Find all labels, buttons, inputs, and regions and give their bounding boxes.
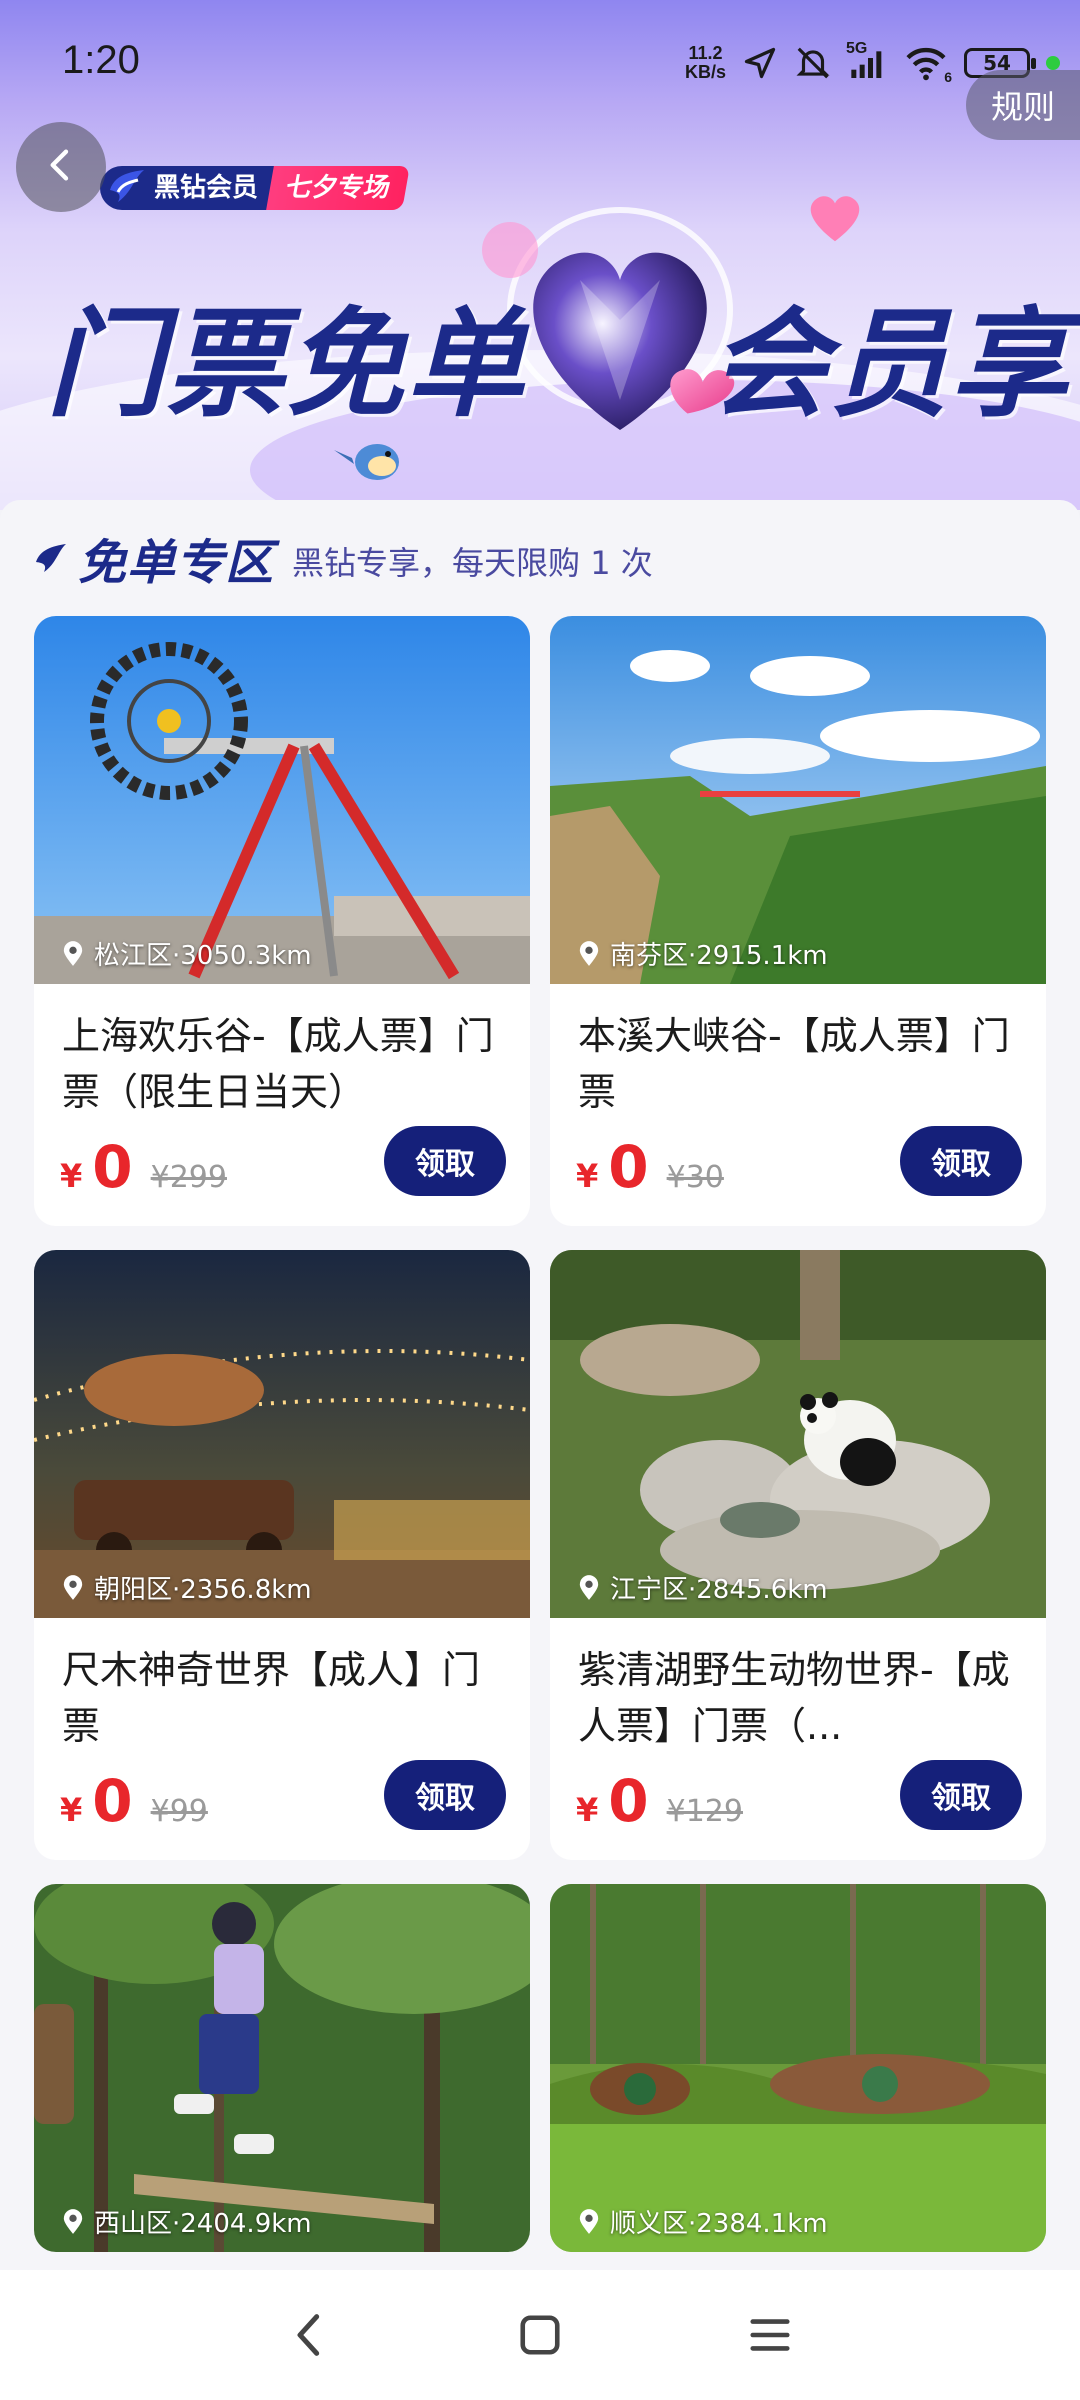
claim-button[interactable]: 领取 [900, 1760, 1022, 1830]
original-price: ¥30 [666, 1160, 724, 1195]
ticket-body: 尺木神奇世界【成人】门票 ¥ 0 ¥99 领取 [34, 1618, 530, 1860]
ticket-price: 0 [92, 1133, 133, 1201]
nav-back-icon [297, 2314, 320, 2356]
nav-home-button[interactable] [500, 2295, 580, 2375]
wifi-icon: 6 [904, 45, 952, 85]
currency-symbol: ¥ [60, 1157, 83, 1195]
ticket-image: 江宁区·2845.6km [550, 1250, 1046, 1618]
headline-right: 会员享 [710, 295, 1071, 433]
location-label: 松江区·3050.3km [62, 935, 312, 972]
section-logo-icon [36, 544, 66, 572]
ticket-price: 0 [608, 1133, 649, 1201]
section-title: 免单专区 [78, 535, 275, 591]
ticket-price: 0 [608, 1767, 649, 1835]
ticket-card[interactable]: 朝阳区·2356.8km 尺木神奇世界【成人】门票 ¥ 0 ¥99 领取 [34, 1250, 530, 1860]
ticket-title: 紫清湖野生动物世界-【成人票】门票（... [578, 1648, 1010, 1748]
currency-symbol: ¥ [576, 1791, 599, 1829]
signal-icon: 5G [846, 40, 888, 80]
content-area: 免单专区 黑钻专享，每天限购 1 次 松江区·3050.3km 上海欢乐谷-【成… [0, 500, 1080, 2270]
nav-menu-button[interactable] [730, 2295, 810, 2375]
original-price: ¥299 [150, 1160, 227, 1195]
brand-event-label: 七夕专场 [266, 166, 410, 210]
header-banner: 1:20 11.2 KB/s 5G 6 54 规则 黑钻会员 七夕专场 门票免单… [0, 0, 1080, 510]
ticket-card[interactable]: 松江区·3050.3km 上海欢乐谷-【成人票】门票（限生日当天） ¥ 0 ¥2… [34, 616, 530, 1226]
location-label: 江宁区·2845.6km [578, 1569, 828, 1606]
brand-logo-icon [110, 170, 144, 202]
ticket-image: 南芬区·2915.1km [550, 616, 1046, 984]
location-label: 西山区·2404.9km [62, 2203, 312, 2240]
ticket-card[interactable]: 顺义区·2384.1km [550, 1884, 1046, 2252]
ticket-title: 尺木神奇世界【成人】门票 [62, 1648, 481, 1748]
price-row: ¥ 0 ¥299 [60, 1138, 227, 1196]
location-pin-icon [63, 2208, 83, 2234]
rules-button[interactable]: 规则 [966, 70, 1080, 140]
price-row: ¥ 0 ¥129 [576, 1772, 743, 1830]
currency-symbol: ¥ [60, 1791, 83, 1829]
ticket-card[interactable]: 江宁区·2845.6km 紫清湖野生动物世界-【成人票】门票（... ¥ 0 ¥… [550, 1250, 1046, 1860]
price-row: ¥ 0 ¥30 [576, 1138, 724, 1196]
original-price: ¥99 [150, 1794, 208, 1829]
nav-home-icon [520, 2315, 560, 2355]
location-pin-icon [63, 940, 83, 966]
section-subtitle: 黑钻专享，每天限购 1 次 [292, 544, 653, 582]
ticket-body: 上海欢乐谷-【成人票】门票（限生日当天） ¥ 0 ¥299 领取 [34, 984, 530, 1226]
chevron-left-icon [41, 145, 81, 189]
claim-button[interactable]: 领取 [384, 1126, 506, 1196]
location-label: 顺义区·2384.1km [578, 2203, 828, 2240]
original-price: ¥129 [666, 1794, 743, 1829]
privacy-indicator-dot [1046, 56, 1060, 70]
back-button[interactable] [16, 122, 106, 212]
network-speed: 11.2 KB/s [684, 43, 726, 82]
nav-menu-icon [750, 2319, 790, 2351]
location-pin-icon [579, 1574, 599, 1600]
ticket-image: 朝阳区·2356.8km [34, 1250, 530, 1618]
ticket-price: 0 [92, 1767, 133, 1835]
ticket-body: 本溪大峡谷-【成人票】门票 ¥ 0 ¥30 领取 [550, 984, 1046, 1226]
claim-button[interactable]: 领取 [900, 1126, 1022, 1196]
price-row: ¥ 0 ¥99 [60, 1772, 208, 1830]
ticket-image: 顺义区·2384.1km [550, 1884, 1046, 2252]
currency-symbol: ¥ [576, 1157, 599, 1195]
section-header: 免单专区 黑钻专享，每天限购 1 次 [32, 526, 653, 591]
brand-tag: 黑钻会员 七夕专场 [100, 166, 410, 210]
ticket-card[interactable]: 南芬区·2915.1km 本溪大峡谷-【成人票】门票 ¥ 0 ¥30 领取 [550, 616, 1046, 1226]
headline-left: 门票免单 [46, 295, 527, 433]
location-label: 南芬区·2915.1km [578, 935, 828, 972]
location-pin-icon [579, 2208, 599, 2234]
location-pin-icon [579, 940, 599, 966]
location-arrow-icon [742, 45, 778, 81]
location-pin-icon [63, 1574, 83, 1600]
status-bar: 1:20 11.2 KB/s 5G 6 54 [0, 0, 1080, 110]
nav-back-button[interactable] [270, 2295, 350, 2375]
system-navigation-bar [0, 2270, 1080, 2400]
brand-vip-label: 黑钻会员 [100, 166, 275, 210]
ticket-body: 紫清湖野生动物世界-【成人票】门票（... ¥ 0 ¥129 领取 [550, 1618, 1046, 1860]
mute-icon [794, 44, 832, 82]
ticket-image: 松江区·3050.3km [34, 616, 530, 984]
floating-heart-icon [810, 196, 860, 242]
location-label: 朝阳区·2356.8km [62, 1569, 312, 1606]
ticket-card[interactable]: 西山区·2404.9km [34, 1884, 530, 2252]
claim-button[interactable]: 领取 [384, 1760, 506, 1830]
status-time: 1:20 [62, 38, 140, 82]
ticket-image: 西山区·2404.9km [34, 1884, 530, 2252]
ticket-title: 上海欢乐谷-【成人票】门票（限生日当天） [62, 1014, 494, 1114]
ticket-title: 本溪大峡谷-【成人票】门票 [578, 1014, 1010, 1114]
